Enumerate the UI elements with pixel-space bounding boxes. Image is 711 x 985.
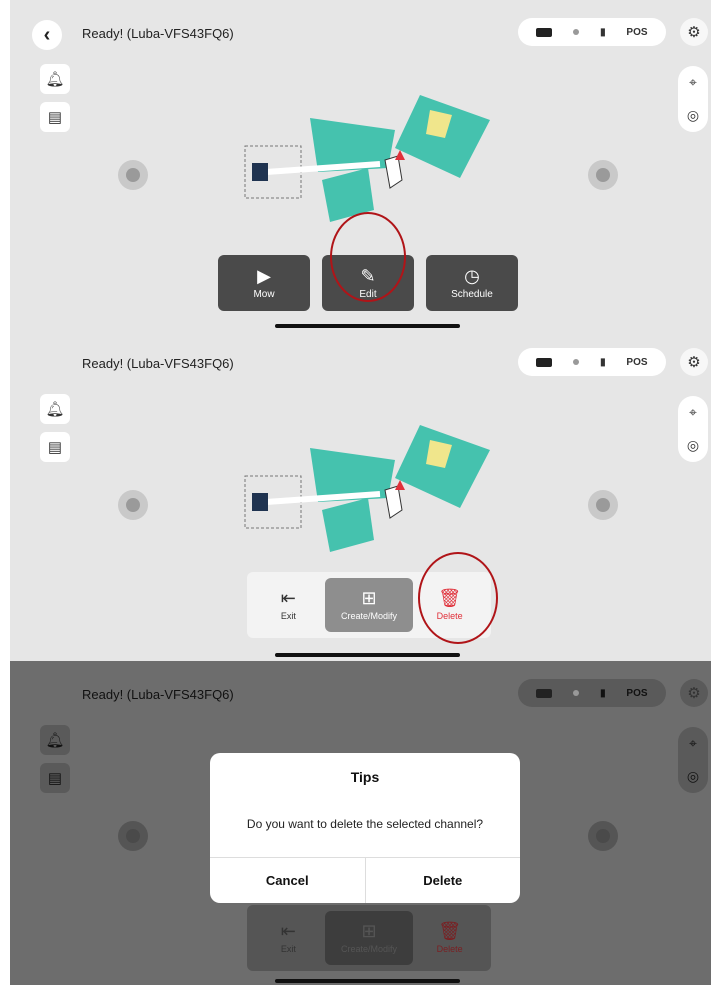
pos-label: POS bbox=[626, 687, 648, 699]
tasks-button[interactable]: ▤ bbox=[40, 102, 70, 132]
left-joystick[interactable] bbox=[118, 490, 148, 520]
status-pill[interactable]: ▮ POS bbox=[518, 348, 666, 376]
delete-button: 🗑︎ Delete bbox=[436, 921, 463, 954]
wifi-icon bbox=[573, 359, 580, 365]
add-file-icon: ⊞ bbox=[361, 921, 377, 941]
dialog-title: Tips bbox=[350, 769, 380, 785]
settings-button: ⚙ bbox=[680, 679, 708, 707]
right-joystick[interactable] bbox=[588, 160, 618, 190]
locate-icon[interactable]: ⌖ bbox=[689, 404, 697, 421]
bell-icon: 🔔︎ bbox=[45, 732, 65, 749]
settings-button[interactable]: ⚙ bbox=[680, 18, 708, 46]
exit-icon: ⇤ bbox=[280, 588, 296, 608]
bell-icon: 🔔︎ bbox=[45, 401, 65, 418]
gear-icon: ⚙ bbox=[687, 685, 701, 702]
settings-button[interactable]: ⚙ bbox=[680, 348, 708, 376]
map-tools: ⌖ ◎ bbox=[678, 396, 708, 462]
status-pill[interactable]: ▮ POS bbox=[518, 18, 666, 46]
signal-icon: ▮ bbox=[600, 356, 606, 368]
battery-icon bbox=[536, 27, 553, 37]
clock-icon: ◷ bbox=[464, 265, 480, 286]
lawn-map[interactable] bbox=[230, 420, 500, 560]
status-text: Ready! (Luba-VFS43FQ6) bbox=[82, 687, 234, 702]
map-screen-edit: Ready! (Luba-VFS43FQ6) ▮ POS ⚙ 🔔︎ ▤ ⌖ ◎ … bbox=[10, 330, 711, 661]
locate-icon: ⌖ bbox=[689, 735, 697, 751]
highlight-circle-edit bbox=[330, 212, 406, 302]
exit-button[interactable]: ⇤ Exit bbox=[254, 578, 322, 632]
clipboard-icon: ▤ bbox=[47, 439, 63, 456]
signal-icon: ▮ bbox=[600, 687, 606, 699]
dialog-message: Do you want to delete the selected chann… bbox=[246, 817, 484, 831]
exit-button: ⇤ Exit bbox=[280, 921, 296, 954]
right-joystick[interactable] bbox=[588, 490, 618, 520]
alert-button[interactable]: 🔔︎ bbox=[40, 64, 70, 94]
create-modify-button: ⊞ Create/Modify bbox=[324, 911, 413, 965]
target-icon[interactable]: ◎ bbox=[687, 437, 699, 454]
schedule-button[interactable]: ◷ Schedule bbox=[426, 255, 518, 311]
lawn-map[interactable] bbox=[230, 90, 500, 230]
wifi-icon bbox=[573, 29, 580, 35]
wifi-icon bbox=[573, 690, 580, 696]
bell-icon: 🔔︎ bbox=[45, 71, 65, 88]
right-joystick bbox=[588, 821, 618, 851]
delete-confirm-dialog: Tips Do you want to delete the selected … bbox=[210, 753, 520, 903]
trash-icon: 🗑︎ bbox=[438, 921, 462, 941]
chevron-left-icon: ‹ bbox=[43, 23, 51, 46]
left-joystick[interactable] bbox=[118, 160, 148, 190]
pos-label: POS bbox=[626, 356, 648, 368]
battery-icon bbox=[536, 688, 553, 698]
mower-icon bbox=[384, 485, 403, 519]
tasks-button: ▤ bbox=[40, 763, 70, 793]
charging-station-icon bbox=[252, 163, 268, 181]
edit-toolbar: ⇤ Exit ⊞ Create/Modify 🗑︎ Delete bbox=[247, 905, 491, 971]
tasks-button[interactable]: ▤ bbox=[40, 432, 70, 462]
map-screen-delete-dialog: Ready! (Luba-VFS43FQ6) ▮ POS ⚙ 🔔︎ ▤ ⌖ ◎ … bbox=[10, 661, 711, 985]
create-modify-button[interactable]: ⊞ Create/Modify bbox=[324, 578, 413, 632]
mow-button[interactable]: ▶ Mow bbox=[218, 255, 310, 311]
add-file-icon: ⊞ bbox=[361, 588, 377, 608]
status-text: Ready! (Luba-VFS43FQ6) bbox=[82, 356, 234, 371]
map-tools: ⌖ ◎ bbox=[678, 727, 708, 793]
clipboard-icon: ▤ bbox=[47, 109, 63, 126]
map-tools: ⌖ ◎ bbox=[678, 66, 708, 132]
gear-icon: ⚙ bbox=[687, 24, 701, 41]
lawn-zone-3 bbox=[322, 498, 374, 552]
alert-button[interactable]: 🔔︎ bbox=[40, 394, 70, 424]
charging-station-icon bbox=[252, 493, 268, 511]
home-indicator bbox=[275, 653, 460, 657]
alert-button: 🔔︎ bbox=[40, 725, 70, 755]
map-screen-default: ‹ Ready! (Luba-VFS43FQ6) ▮ POS ⚙ 🔔︎ ▤ ⌖ … bbox=[10, 0, 711, 330]
signal-icon: ▮ bbox=[600, 26, 606, 38]
back-button[interactable]: ‹ bbox=[32, 20, 62, 50]
confirm-delete-button[interactable]: Delete bbox=[364, 858, 521, 903]
highlight-circle-delete bbox=[418, 552, 498, 644]
pos-label: POS bbox=[626, 26, 648, 38]
status-pill: ▮ POS bbox=[518, 679, 666, 707]
battery-icon bbox=[536, 357, 553, 367]
cancel-button[interactable]: Cancel bbox=[210, 858, 365, 903]
status-text: Ready! (Luba-VFS43FQ6) bbox=[82, 26, 234, 41]
clipboard-icon: ▤ bbox=[47, 770, 63, 787]
left-joystick bbox=[118, 821, 148, 851]
target-icon: ◎ bbox=[686, 768, 700, 784]
home-indicator bbox=[275, 324, 460, 328]
locate-icon[interactable]: ⌖ bbox=[689, 74, 697, 91]
gear-icon: ⚙ bbox=[687, 354, 701, 371]
target-icon[interactable]: ◎ bbox=[687, 107, 699, 124]
mower-icon bbox=[384, 155, 403, 189]
home-indicator bbox=[275, 979, 460, 983]
play-icon: ▶ bbox=[257, 265, 271, 286]
exit-icon: ⇤ bbox=[280, 921, 296, 941]
